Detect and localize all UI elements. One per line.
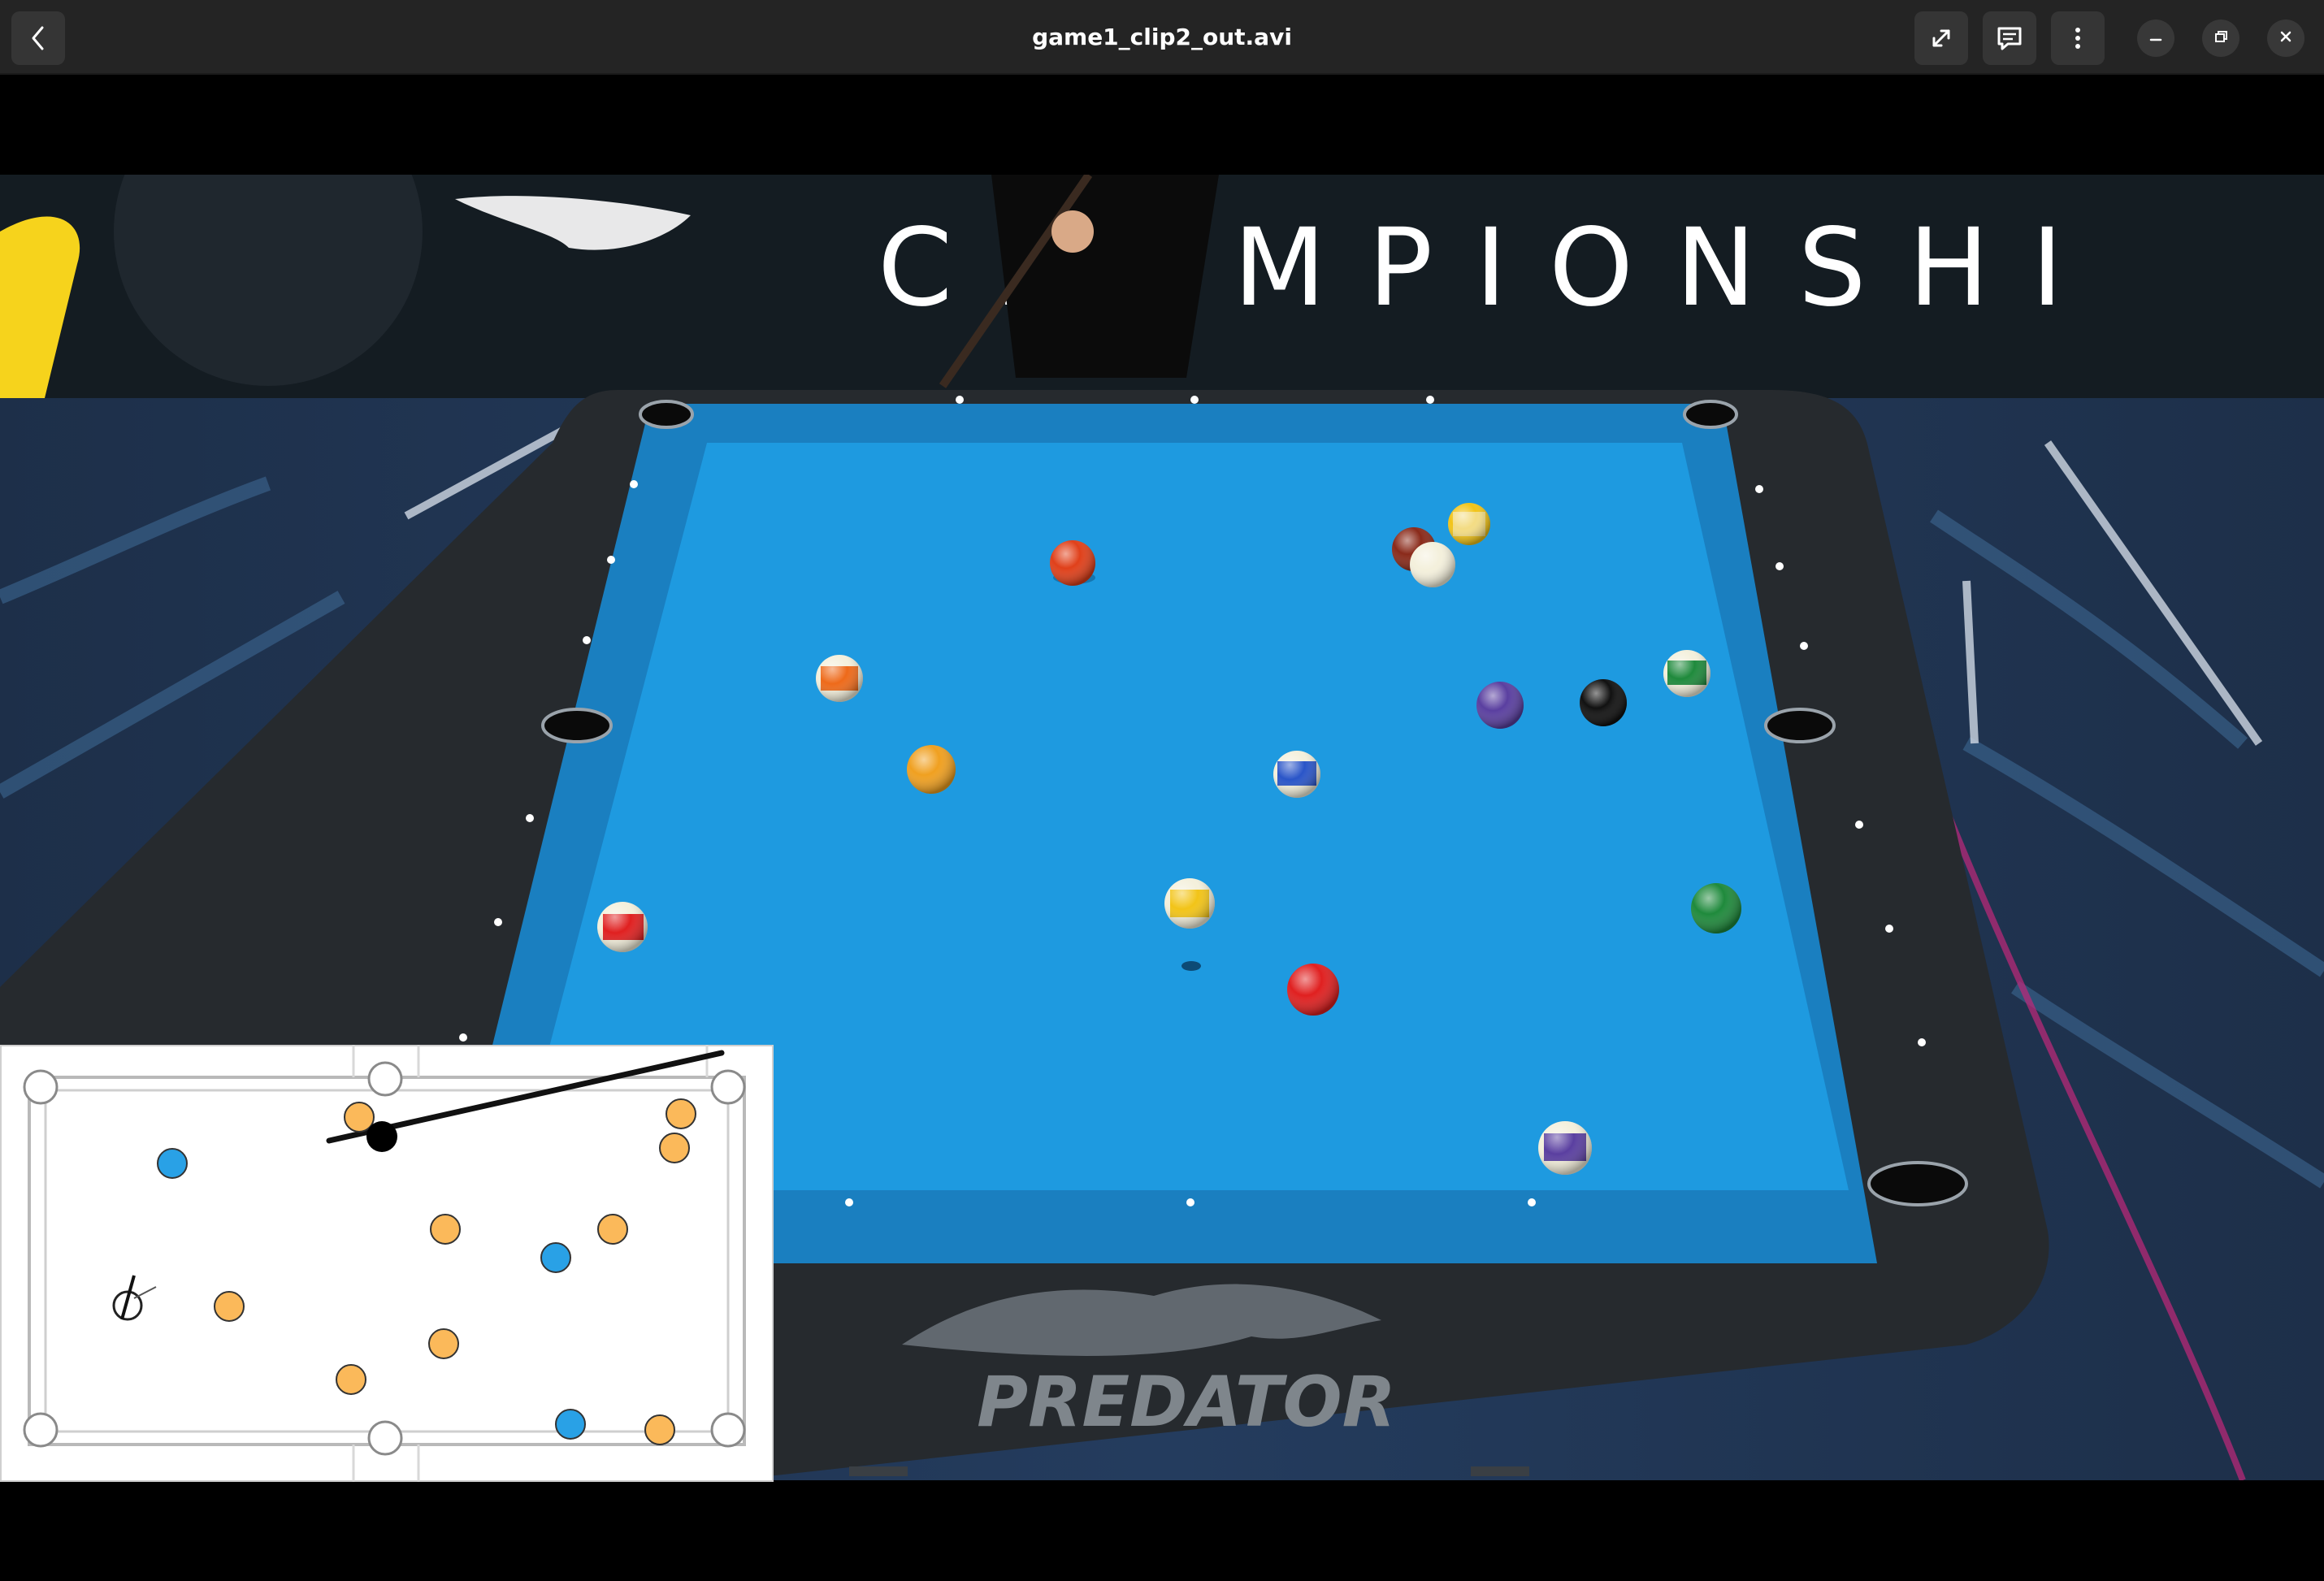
- minimap-eight-ball: [366, 1121, 397, 1152]
- subtitles-icon: [1995, 24, 2024, 52]
- maximize-button[interactable]: [2202, 19, 2239, 57]
- back-button[interactable]: [11, 11, 65, 65]
- restore-icon: [2213, 28, 2229, 48]
- minimize-button[interactable]: [2137, 19, 2174, 57]
- video-area[interactable]: CHAMPIONSHI PREDATOR: [0, 75, 2324, 1581]
- close-icon: [2278, 28, 2294, 48]
- main-menu-button[interactable]: [2051, 11, 2105, 65]
- minimap-diagram: [0, 1045, 774, 1482]
- fullscreen-button[interactable]: [1914, 11, 1968, 65]
- subtitles-button[interactable]: [1983, 11, 2036, 65]
- vertical-ellipsis-icon: [2074, 24, 2082, 52]
- close-button[interactable]: [2267, 19, 2304, 57]
- minimize-icon: [2148, 28, 2164, 48]
- video-player-window: game1_clip2_out.avi CHAMPIONSHI PREDATOR: [0, 0, 2324, 1581]
- table-minimap: [0, 1045, 774, 1482]
- table-brand-logo: PREDATOR: [977, 1362, 1396, 1443]
- expand-icon: [1927, 24, 1955, 52]
- chevron-left-icon: [28, 24, 48, 52]
- header-bar: game1_clip2_out.avi: [0, 0, 2324, 75]
- window-title: game1_clip2_out.avi: [1032, 24, 1292, 50]
